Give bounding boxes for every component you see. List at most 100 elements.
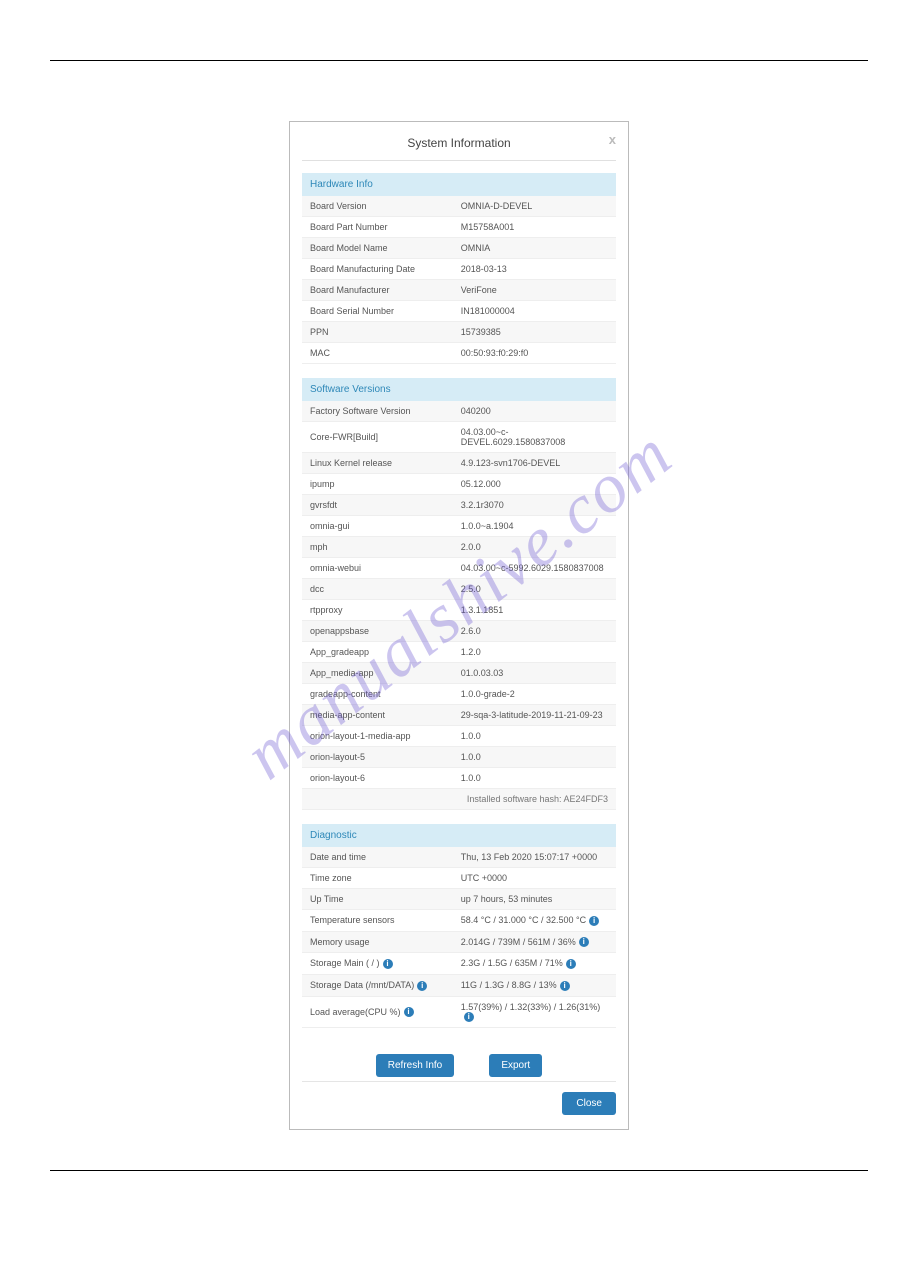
row-label: Core-FWR[Build]	[302, 422, 453, 453]
row-value: 4.9.123-svn1706-DEVEL	[453, 453, 616, 474]
table-row: Memory usage2.014G / 739M / 561M / 36%i	[302, 931, 616, 953]
software-hash: Installed software hash: AE24FDF3	[302, 789, 616, 810]
row-value: 05.12.000	[453, 474, 616, 495]
row-value: 2.5.0	[453, 579, 616, 600]
row-label: Up Time	[302, 889, 453, 910]
row-label: App_gradeapp	[302, 642, 453, 663]
software-versions-table: Factory Software Version040200Core-FWR[B…	[302, 401, 616, 810]
table-row: Time zoneUTC +0000	[302, 868, 616, 889]
row-label: Board Version	[302, 196, 453, 217]
row-value: 2.3G / 1.5G / 635M / 71%i	[453, 953, 616, 975]
close-button[interactable]: Close	[562, 1092, 616, 1115]
row-label: openappsbase	[302, 621, 453, 642]
table-row: gradeapp-content1.0.0-grade-2	[302, 684, 616, 705]
table-row: Board Manufacturing Date2018-03-13	[302, 259, 616, 280]
hardware-info-table: Board VersionOMNIA-D-DEVELBoard Part Num…	[302, 196, 616, 364]
row-value: OMNIA	[453, 238, 616, 259]
table-row: dcc2.5.0	[302, 579, 616, 600]
row-label: orion-layout-5	[302, 747, 453, 768]
table-row: Board VersionOMNIA-D-DEVEL	[302, 196, 616, 217]
row-value: Thu, 13 Feb 2020 15:07:17 +0000	[453, 847, 616, 868]
row-label: omnia-gui	[302, 516, 453, 537]
info-icon[interactable]: i	[404, 1007, 414, 1017]
row-label: App_media-app	[302, 663, 453, 684]
table-row: mph2.0.0	[302, 537, 616, 558]
row-label: Board Manufacturing Date	[302, 259, 453, 280]
row-value: UTC +0000	[453, 868, 616, 889]
row-value: up 7 hours, 53 minutes	[453, 889, 616, 910]
row-value: 1.0.0	[453, 768, 616, 789]
info-icon[interactable]: i	[417, 981, 427, 991]
row-value: 1.0.0	[453, 726, 616, 747]
row-label: orion-layout-6	[302, 768, 453, 789]
info-icon[interactable]: i	[464, 1012, 474, 1022]
close-icon[interactable]: x	[609, 132, 616, 147]
system-information-dialog: System Information x Hardware Info Board…	[289, 121, 629, 1130]
table-row: Date and timeThu, 13 Feb 2020 15:07:17 +…	[302, 847, 616, 868]
table-row: omnia-gui1.0.0~a.1904	[302, 516, 616, 537]
row-label: omnia-webui	[302, 558, 453, 579]
table-row: ipump05.12.000	[302, 474, 616, 495]
info-icon[interactable]: i	[560, 981, 570, 991]
table-row: gvrsfdt3.2.1r3070	[302, 495, 616, 516]
table-row: Load average(CPU %)i1.57(39%) / 1.32(33%…	[302, 996, 616, 1028]
top-rule	[50, 60, 868, 61]
dialog-title: System Information	[407, 136, 510, 150]
table-row: Up Timeup 7 hours, 53 minutes	[302, 889, 616, 910]
table-row: orion-layout-61.0.0	[302, 768, 616, 789]
row-label: Time zone	[302, 868, 453, 889]
row-value: 58.4 °C / 31.000 °C / 32.500 °Ci	[453, 910, 616, 932]
row-value: 040200	[453, 401, 616, 422]
row-label: Board Part Number	[302, 217, 453, 238]
info-icon[interactable]: i	[589, 916, 599, 926]
table-row: Board Serial NumberIN181000004	[302, 301, 616, 322]
row-label: mph	[302, 537, 453, 558]
row-value: 01.0.03.03	[453, 663, 616, 684]
table-row: openappsbase2.6.0	[302, 621, 616, 642]
refresh-info-button[interactable]: Refresh Info	[376, 1054, 454, 1077]
row-value: 2018-03-13	[453, 259, 616, 280]
table-row: Storage Main ( / )i2.3G / 1.5G / 635M / …	[302, 953, 616, 975]
table-row: rtpproxy1.3.1.1851	[302, 600, 616, 621]
row-label: Load average(CPU %)i	[302, 996, 453, 1028]
software-hash-row: Installed software hash: AE24FDF3	[302, 789, 616, 810]
row-label: gradeapp-content	[302, 684, 453, 705]
table-row: Core-FWR[Build]04.03.00~c-DEVEL.6029.158…	[302, 422, 616, 453]
info-icon[interactable]: i	[566, 959, 576, 969]
row-value: 1.3.1.1851	[453, 600, 616, 621]
close-button-row: Close	[302, 1092, 616, 1115]
info-icon[interactable]: i	[579, 937, 589, 947]
bottom-rule	[50, 1170, 868, 1171]
table-row: PPN15739385	[302, 322, 616, 343]
row-value: 1.0.0~a.1904	[453, 516, 616, 537]
row-label: rtpproxy	[302, 600, 453, 621]
row-value: 1.0.0-grade-2	[453, 684, 616, 705]
row-label: Board Model Name	[302, 238, 453, 259]
row-label: dcc	[302, 579, 453, 600]
table-row: orion-layout-1-media-app1.0.0	[302, 726, 616, 747]
table-row: Linux Kernel release4.9.123-svn1706-DEVE…	[302, 453, 616, 474]
export-button[interactable]: Export	[489, 1054, 542, 1077]
table-row: App_gradeapp1.2.0	[302, 642, 616, 663]
row-label: Storage Main ( / )i	[302, 953, 453, 975]
row-value: 15739385	[453, 322, 616, 343]
table-row: Temperature sensors58.4 °C / 31.000 °C /…	[302, 910, 616, 932]
row-label: Memory usage	[302, 931, 453, 953]
row-value: 2.0.0	[453, 537, 616, 558]
hardware-info-header: Hardware Info	[302, 173, 616, 196]
table-row: media-app-content29-sqa-3-latitude-2019-…	[302, 705, 616, 726]
row-value: 1.2.0	[453, 642, 616, 663]
row-label: Date and time	[302, 847, 453, 868]
row-value: 1.57(39%) / 1.32(33%) / 1.26(31%)i	[453, 996, 616, 1028]
row-value: 04.03.00~c-DEVEL.6029.1580837008	[453, 422, 616, 453]
row-label: Linux Kernel release	[302, 453, 453, 474]
info-icon[interactable]: i	[383, 959, 393, 969]
row-label: MAC	[302, 343, 453, 364]
diagnostic-table: Date and timeThu, 13 Feb 2020 15:07:17 +…	[302, 847, 616, 1028]
table-row: App_media-app01.0.03.03	[302, 663, 616, 684]
table-row: omnia-webui04.03.00~c-5992.6029.15808370…	[302, 558, 616, 579]
software-versions-header: Software Versions	[302, 378, 616, 401]
action-buttons-row: Refresh Info Export	[302, 1042, 616, 1082]
row-value: 11G / 1.3G / 8.8G / 13%i	[453, 974, 616, 996]
row-label: Factory Software Version	[302, 401, 453, 422]
